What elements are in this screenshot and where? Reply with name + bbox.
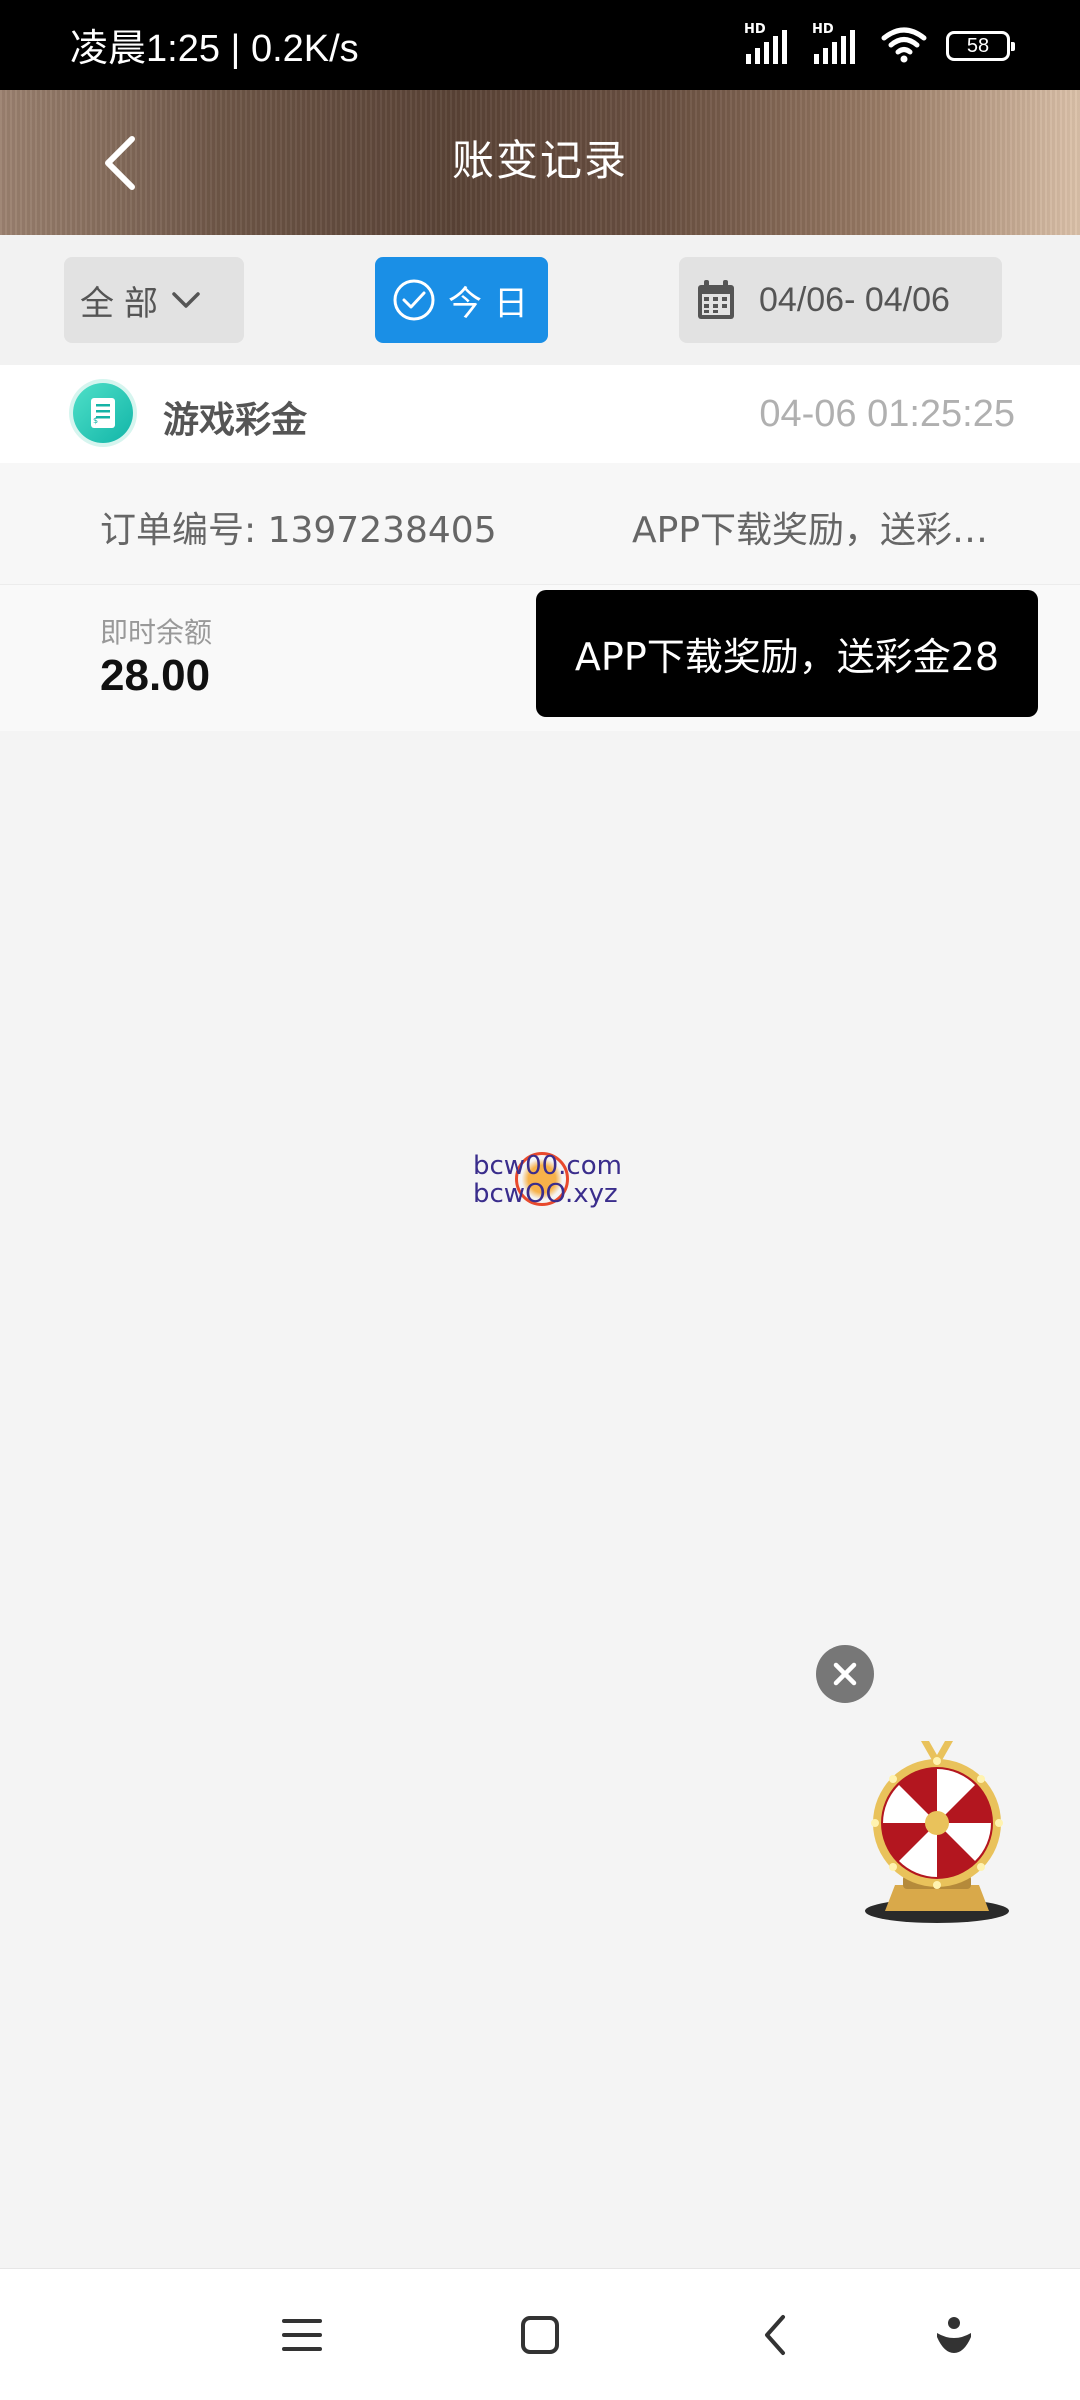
menu-icon[interactable] bbox=[272, 2305, 332, 2365]
today-filter-button[interactable]: 今日 bbox=[375, 257, 548, 343]
today-filter-label: 今日 bbox=[448, 283, 540, 324]
watermark-line2: bcwOO.xyz bbox=[473, 1179, 618, 1209]
record-description: APP下载奖励，送彩金28 bbox=[632, 510, 1012, 551]
calendar-icon bbox=[698, 280, 734, 319]
signal-icon: HD bbox=[812, 22, 862, 66]
order-number: 订单编号: 1397238405 bbox=[100, 510, 497, 551]
date-range-label: 04/06- 04/06 bbox=[759, 280, 950, 319]
page-title: 账变记录 bbox=[451, 136, 628, 185]
home-icon[interactable] bbox=[510, 2305, 570, 2365]
back-icon[interactable] bbox=[746, 2305, 806, 2365]
header-bar: 账变记录 bbox=[0, 90, 1080, 235]
prize-wheel-icon[interactable] bbox=[857, 1735, 1017, 1925]
hd-label: HD bbox=[812, 22, 834, 37]
category-filter-label: 全部 bbox=[80, 283, 168, 324]
watermark: bcw00.com bcwOO.xyz bbox=[473, 1148, 633, 1218]
status-time: 凌晨1:25 | 0.2K/s bbox=[70, 28, 359, 70]
record-title: 游戏彩金 bbox=[163, 400, 308, 441]
balance-label: 即时余额 bbox=[100, 616, 213, 649]
system-nav-bar bbox=[0, 2268, 1080, 2400]
chevron-down-icon bbox=[172, 292, 200, 308]
watermark-line1: bcw00.com bbox=[473, 1151, 622, 1181]
record-order-row: 订单编号: 1397238405 APP下载奖励，送彩金28 bbox=[0, 463, 1080, 585]
status-bar: 凌晨1:25 | 0.2K/s HD HD 58 bbox=[0, 0, 1080, 90]
svg-text:$: $ bbox=[93, 416, 98, 425]
category-filter-dropdown[interactable]: 全部 bbox=[64, 257, 244, 343]
assistant-icon[interactable] bbox=[924, 2305, 984, 2365]
hd-label: HD bbox=[744, 22, 766, 37]
filter-bar: 全部 今日 04/06- 04/06 bbox=[0, 235, 1080, 365]
toast-text: APP下载奖励，送彩金28 bbox=[574, 635, 1000, 679]
battery-icon: 58 bbox=[946, 31, 1015, 61]
signal-icon: HD bbox=[744, 22, 794, 66]
toast-message: APP下载奖励，送彩金28 bbox=[536, 590, 1038, 717]
battery-level: 58 bbox=[966, 34, 990, 57]
status-icons: HD HD 58 bbox=[744, 22, 1015, 68]
receipt-icon: $ bbox=[73, 383, 133, 443]
record-header[interactable]: $ 游戏彩金 04-06 01:25:25 bbox=[0, 365, 1080, 463]
date-range-picker[interactable]: 04/06- 04/06 bbox=[679, 257, 1002, 343]
balance-value: 28.00 bbox=[100, 651, 211, 700]
close-icon[interactable] bbox=[816, 1645, 874, 1703]
check-circle-icon bbox=[393, 279, 435, 321]
wifi-icon bbox=[880, 24, 928, 68]
record-time: 04-06 01:25:25 bbox=[759, 393, 1015, 435]
